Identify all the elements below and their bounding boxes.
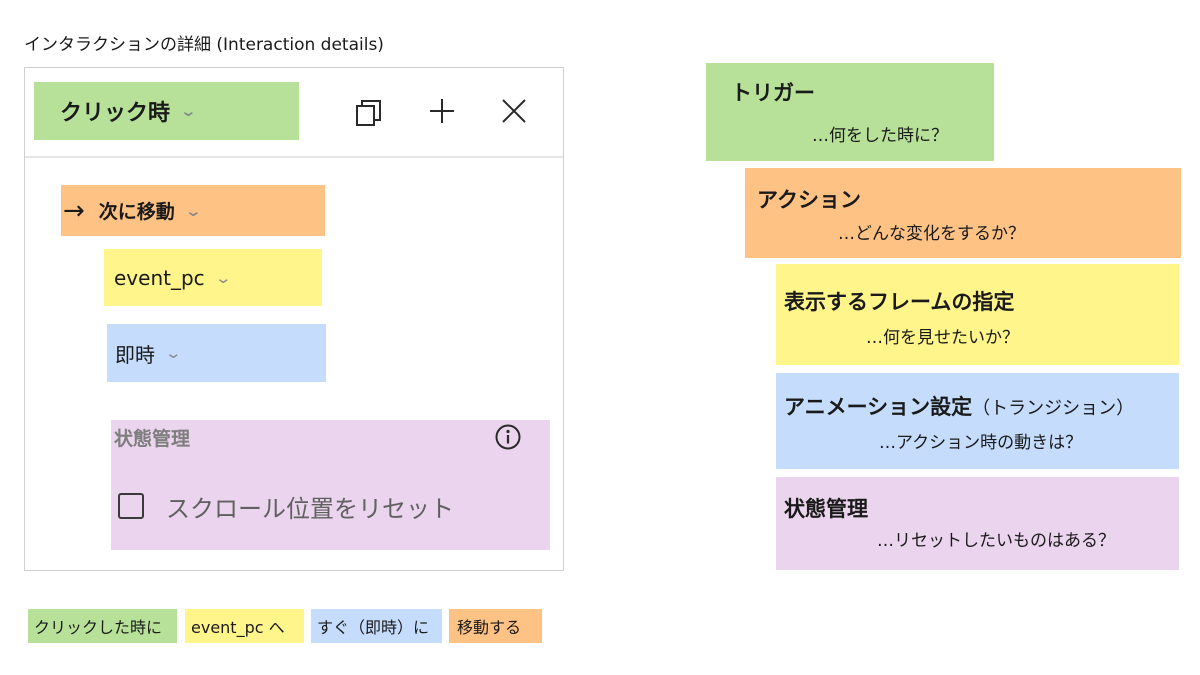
reset-scroll-checkbox[interactable] [118,493,144,519]
legend-frame-title: 表示するフレームの指定 [784,290,1015,314]
sentence-trigger: クリックした時に [28,609,177,643]
sentence-action: 移動する [449,609,542,643]
sentence-frame: event_pc へ [185,609,304,643]
legend-state [776,477,1179,570]
chevron-down-icon: ⌄ [184,201,202,220]
destination-frame-dropdown[interactable]: event_pc ⌄ [104,249,322,306]
legend-trigger-title: トリガー [731,81,815,105]
state-management-label: 状態管理 [114,428,191,450]
legend-action-title: アクション [757,188,861,212]
legend-animation-title-paren: （トランジション） [972,398,1135,419]
page-caption: インタラクションの詳細 (Interaction details) [24,35,384,55]
legend-frame-question: …何を見せたいか？ [866,328,1019,348]
trigger-label: クリック時 [60,101,171,126]
legend-animation-title: アニメーション設定（トランジション） [784,391,1134,421]
frame-label: event_pc [114,265,205,290]
action-label: 次に移動 [98,201,175,223]
legend-state-title: 状態管理 [784,497,868,521]
timing-label: 即時 [115,342,155,367]
animation-dropdown[interactable]: 即時 ⌄ [107,324,326,382]
copy-icon[interactable] [354,96,386,128]
panel-divider [25,156,563,158]
chevron-down-icon: ⌄ [164,344,183,362]
legend-action-question: …どんな変化をするか？ [838,224,1025,244]
legend-animation [776,373,1179,469]
close-icon[interactable] [498,95,530,127]
chevron-down-icon: ⌄ [179,102,198,120]
action-dropdown[interactable]: → 次に移動 ⌄ [61,185,325,236]
reset-scroll-label: スクロール位置をリセット [166,495,454,523]
legend-trigger-question: …何をした時に？ [812,126,948,146]
chevron-down-icon: ⌄ [214,268,232,287]
legend-state-question: …リセットしたいものはある？ [877,531,1115,551]
sentence-timing: すぐ（即時）に [311,609,442,643]
arrow-right-icon: → [63,195,85,226]
add-icon[interactable] [426,95,458,127]
legend-animation-question: …アクション時の動きは？ [879,433,1083,453]
legend-animation-title-main: アニメーション設定 [784,395,973,419]
info-icon[interactable] [494,423,522,451]
trigger-dropdown[interactable]: クリック時 ⌄ [34,82,299,140]
